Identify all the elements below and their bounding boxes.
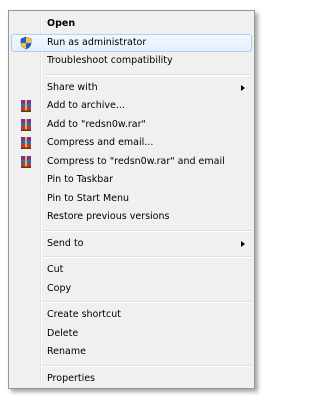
menu-item-label: Pin to Start Menu: [47, 192, 130, 204]
menu-separator: [43, 256, 252, 258]
menu-item-delete[interactable]: Delete: [11, 325, 252, 344]
menu-item-add-to-archive[interactable]: Add to archive...: [11, 97, 252, 116]
menu-item-rename[interactable]: Rename: [11, 343, 252, 362]
winrar-icon: [19, 118, 33, 132]
menu-item-label: Compress to "redsn0w.rar" and email: [47, 155, 225, 167]
menu-separator: [43, 229, 252, 232]
menu-item-share-with[interactable]: Share with: [11, 79, 252, 98]
menu-item-troubleshoot-compatibility[interactable]: Troubleshoot compatibility: [11, 52, 252, 71]
menu-item-label: Cut: [47, 264, 64, 275]
winrar-icon: [19, 99, 33, 113]
menu-item-cut[interactable]: Cut: [11, 261, 252, 280]
menu-item-label: Open: [47, 18, 76, 29]
menu-separator: [43, 364, 252, 367]
context-menu: Open Run as administrator Troubleshoot c…: [8, 10, 255, 389]
uac-shield-icon: [19, 36, 33, 50]
menu-item-copy[interactable]: Copy: [11, 280, 252, 299]
winrar-icon: [19, 155, 33, 169]
menu-item-label: Delete: [47, 327, 79, 339]
menu-item-properties[interactable]: Properties: [11, 370, 252, 389]
menu-item-restore-previous-versions[interactable]: Restore previous versions: [11, 208, 252, 227]
winrar-icon: [19, 136, 33, 150]
menu-item-label: Copy: [47, 282, 72, 294]
menu-item-open[interactable]: Open: [11, 15, 252, 34]
menu-item-label: Create shortcut: [47, 309, 121, 320]
submenu-arrow-icon: [241, 84, 245, 91]
menu-item-label: Properties: [47, 372, 96, 384]
menu-item-pin-to-taskbar[interactable]: Pin to Taskbar: [11, 171, 252, 190]
menu-separator: [43, 301, 252, 303]
menu-item-pin-to-start-menu[interactable]: Pin to Start Menu: [11, 190, 252, 209]
menu-item-compress-rar-and-email[interactable]: Compress to "redsn0w.rar" and email: [11, 153, 252, 172]
menu-item-add-to-rar[interactable]: Add to "redsn0w.rar": [11, 116, 252, 135]
menu-item-create-shortcut[interactable]: Create shortcut: [11, 306, 252, 325]
menu-item-label: Troubleshoot compatibility: [47, 55, 173, 66]
menu-item-label: Compress and email...: [47, 137, 154, 148]
menu-separator: [43, 73, 252, 76]
menu-item-label: Add to archive...: [47, 100, 125, 111]
menu-item-label: Pin to Taskbar: [47, 174, 114, 185]
menu-item-label: Add to "redsn0w.rar": [47, 118, 146, 130]
menu-item-label: Rename: [47, 346, 86, 357]
menu-item-label: Send to: [47, 237, 84, 249]
menu-item-label: Run as administrator: [47, 36, 147, 48]
menu-item-run-as-administrator[interactable]: Run as administrator: [11, 33, 252, 52]
menu-item-compress-and-email[interactable]: Compress and email...: [11, 134, 252, 153]
submenu-arrow-icon: [241, 240, 245, 247]
menu-item-label: Share with: [47, 81, 98, 93]
menu-item-send-to[interactable]: Send to: [11, 235, 252, 254]
menu-item-label: Restore previous versions: [47, 211, 170, 222]
